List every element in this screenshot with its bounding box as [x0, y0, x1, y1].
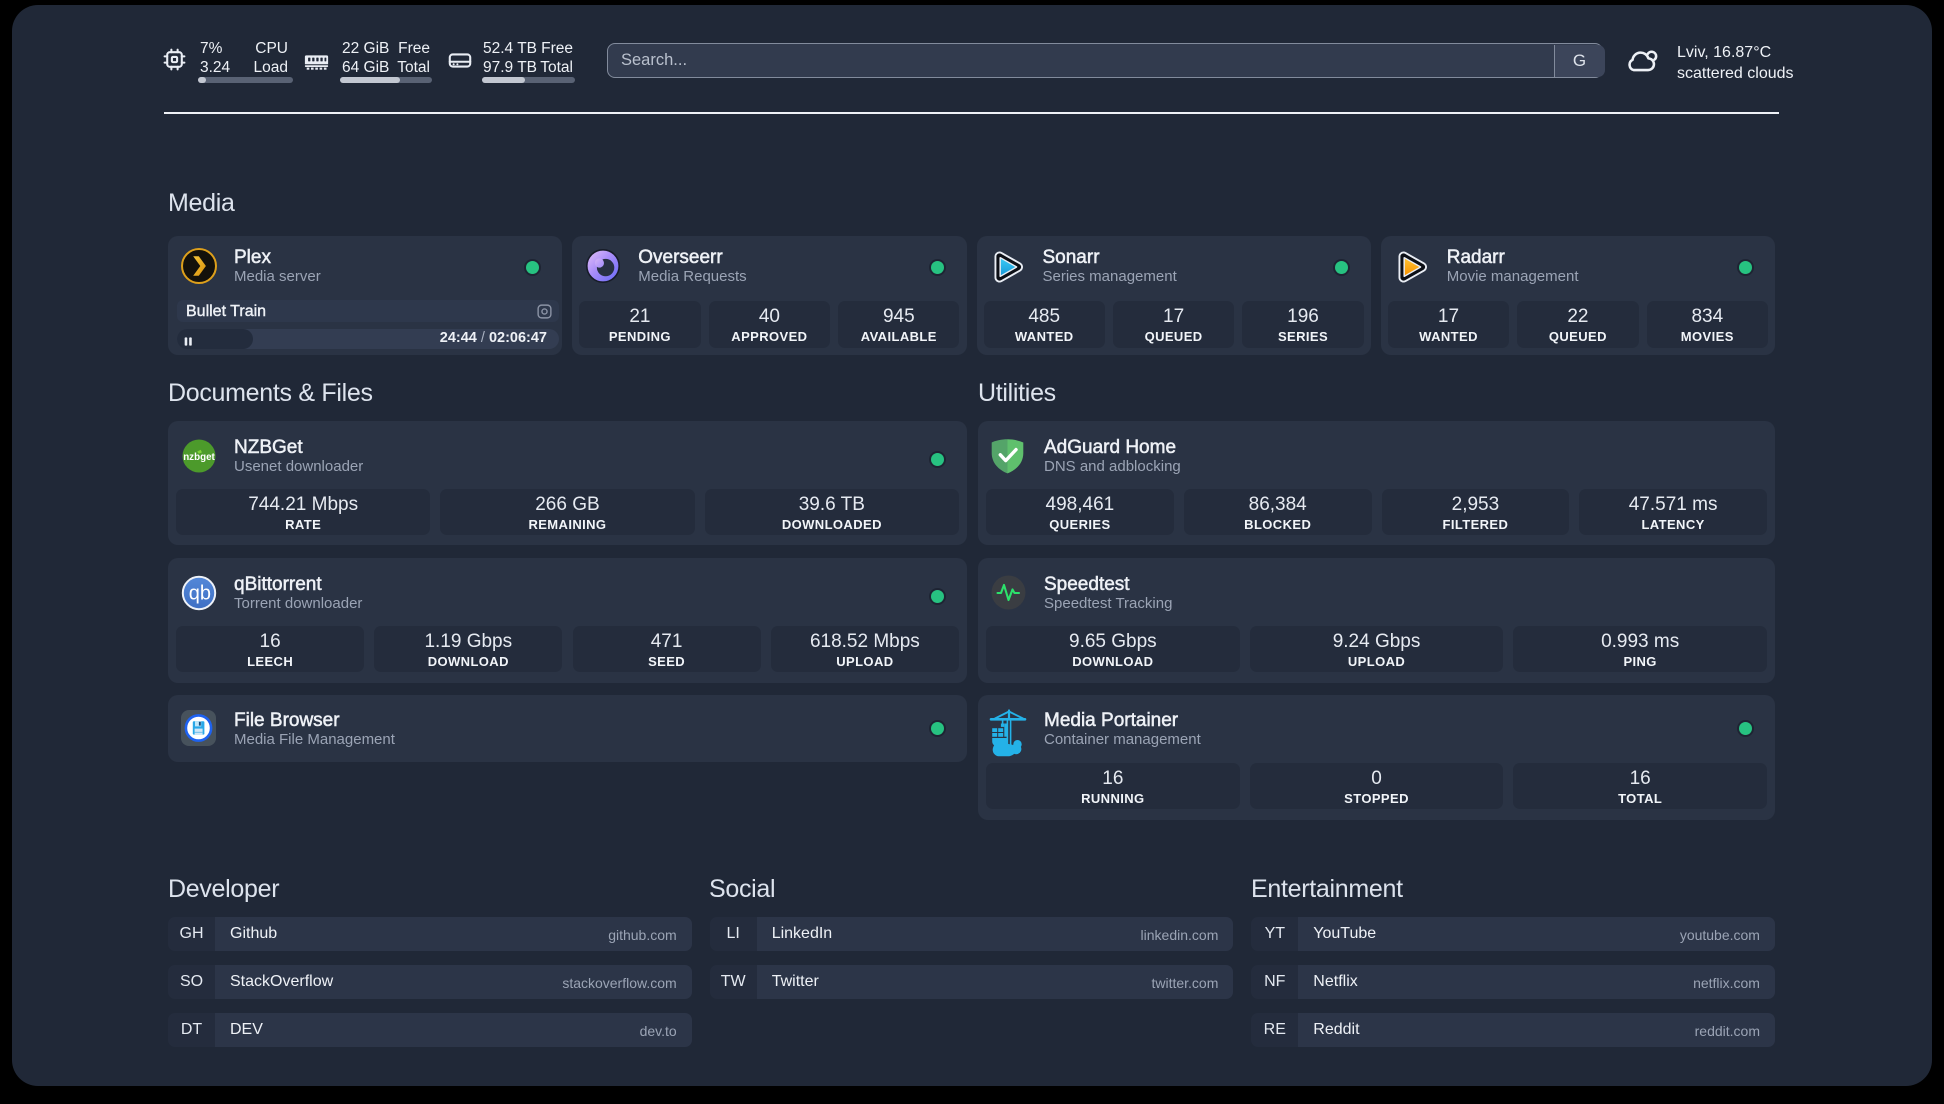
svg-text:nzbget: nzbget [183, 451, 215, 463]
svg-text:qb: qb [189, 583, 211, 605]
